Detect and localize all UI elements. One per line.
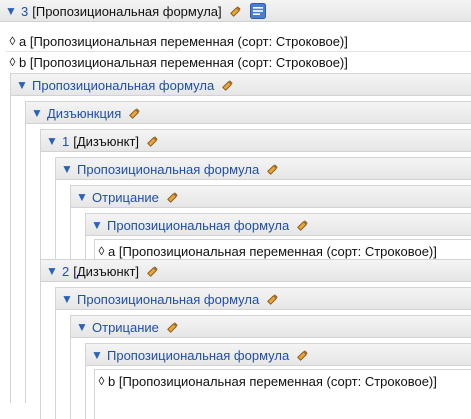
var-a-label: a [Пропозициональная переменная (сорт: С… [108, 243, 437, 259]
root-row: ▼ 3 [Пропозициональная формула] [4, 0, 471, 22]
triangle-down-icon[interactable]: ▼ [60, 162, 74, 176]
negation-node: ▼ Отрицание ▼ Пропозициональная формула [70, 185, 471, 259]
formula-label[interactable]: Пропозициональная формула [107, 218, 289, 233]
edit-hand-icon[interactable] [295, 348, 310, 363]
disjunction-node: ▼ Дизъюнкция ▼ 1 [Дизъюнкт] ▼ Пропозицио… [25, 101, 471, 419]
negation-label[interactable]: Отрицание [92, 320, 159, 335]
diamond-icon: ◊ [98, 244, 105, 258]
triangle-down-icon[interactable]: ▼ [75, 320, 89, 334]
var-a-label: a [Пропозициональная переменная (сорт: С… [19, 33, 348, 49]
formula-node: ▼ Пропозициональная формула ▼ Дизъюнкция… [10, 73, 471, 419]
diamond-icon: ◊ [9, 34, 16, 48]
disjunct-2-label: [Дизъюнкт] [73, 263, 140, 279]
var-b-label: b [Пропозициональная переменная (сорт: С… [108, 373, 437, 389]
triangle-down-icon[interactable]: ▼ [15, 78, 29, 92]
triangle-down-icon[interactable]: ▼ [90, 348, 104, 362]
triangle-down-icon[interactable]: ▼ [75, 190, 89, 204]
negation-node: ▼ Отрицание ▼ Пропозициональная формула [70, 315, 471, 419]
negation-row: ▼ Отрицание [75, 186, 471, 208]
edit-hand-icon[interactable] [145, 134, 160, 149]
edit-hand-icon[interactable] [165, 320, 180, 335]
triangle-down-icon[interactable]: ▼ [90, 218, 104, 232]
formula-row: ▼ Пропозициональная формула [15, 74, 471, 96]
disjunct-2-node: ▼ 2 [Дизъюнкт] ▼ Пропозициональная форму… [40, 259, 471, 419]
disjunct-1-number[interactable]: 1 [62, 134, 69, 149]
edit-hand-icon[interactable] [228, 4, 243, 19]
triangle-down-icon[interactable]: ▼ [45, 134, 59, 148]
edit-hand-icon[interactable] [127, 106, 142, 121]
disjunct-2-row: ▼ 2 [Дизъюнкт] [45, 260, 471, 282]
formula-tree: ▼ 3 [Пропозициональная формула] ◊ a [Про… [0, 0, 471, 419]
formula-label[interactable]: Пропозициональная формула [107, 348, 289, 363]
formula-node: ▼ Пропозициональная формула ▼ Отрицание [55, 157, 471, 259]
var-row-a: ◊ a [Пропозициональная переменная (сорт:… [6, 30, 471, 52]
divider [6, 51, 471, 52]
disjunct-1-row: ▼ 1 [Дизъюнкт] [45, 130, 471, 152]
formula-label[interactable]: Пропозициональная формула [77, 292, 259, 307]
root-number[interactable]: 3 [21, 4, 28, 19]
formula-row: ▼ Пропозициональная формула [90, 344, 471, 366]
negation-row: ▼ Отрицание [75, 316, 471, 338]
formula-row: ▼ Пропозициональная формула [60, 288, 471, 310]
diamond-icon: ◊ [9, 55, 16, 69]
edit-hand-icon[interactable] [165, 190, 180, 205]
edit-hand-icon[interactable] [220, 78, 235, 93]
formula-row: ▼ Пропозициональная формула [60, 158, 471, 180]
formula-node: ▼ Пропозициональная формула ◊ b [Пропози… [85, 343, 471, 419]
edit-hand-icon[interactable] [145, 264, 160, 279]
negation-label[interactable]: Отрицание [92, 190, 159, 205]
var-row-b: ◊ b [Пропозициональная переменная (сорт:… [95, 370, 471, 392]
formula-node: ▼ Пропозициональная формула ◊ a [Пропози… [85, 213, 471, 259]
form-view-icon[interactable] [249, 3, 266, 19]
formula-label[interactable]: Пропозициональная формула [32, 78, 214, 93]
formula-node: ▼ Пропозициональная формула ▼ Отрицание [55, 287, 471, 419]
triangle-down-icon[interactable]: ▼ [4, 4, 18, 18]
diamond-icon: ◊ [98, 374, 105, 388]
disjunction-label[interactable]: Дизъюнкция [47, 106, 121, 121]
edit-hand-icon[interactable] [265, 162, 280, 177]
edit-hand-icon[interactable] [295, 218, 310, 233]
triangle-down-icon[interactable]: ▼ [60, 292, 74, 306]
leaf-node: ◊ a [Пропозициональная переменная (сорт:… [94, 239, 471, 259]
disjunct-2-number[interactable]: 2 [62, 264, 69, 279]
root-label: [Пропозициональная формула] [32, 3, 222, 19]
disjunct-1-label: [Дизъюнкт] [73, 133, 140, 149]
var-row-b: ◊ b [Пропозициональная переменная (сорт:… [6, 51, 471, 73]
var-b-label: b [Пропозициональная переменная (сорт: С… [19, 54, 348, 70]
edit-hand-icon[interactable] [265, 292, 280, 307]
triangle-down-icon[interactable]: ▼ [45, 264, 59, 278]
formula-row: ▼ Пропозициональная формула [90, 214, 471, 236]
disjunction-row: ▼ Дизъюнкция [30, 102, 471, 124]
disjunct-1-node: ▼ 1 [Дизъюнкт] ▼ Пропозициональная форму… [40, 129, 471, 259]
formula-label[interactable]: Пропозициональная формула [77, 162, 259, 177]
triangle-down-icon[interactable]: ▼ [30, 106, 44, 120]
leaf-node: ◊ b [Пропозициональная переменная (сорт:… [94, 369, 471, 419]
